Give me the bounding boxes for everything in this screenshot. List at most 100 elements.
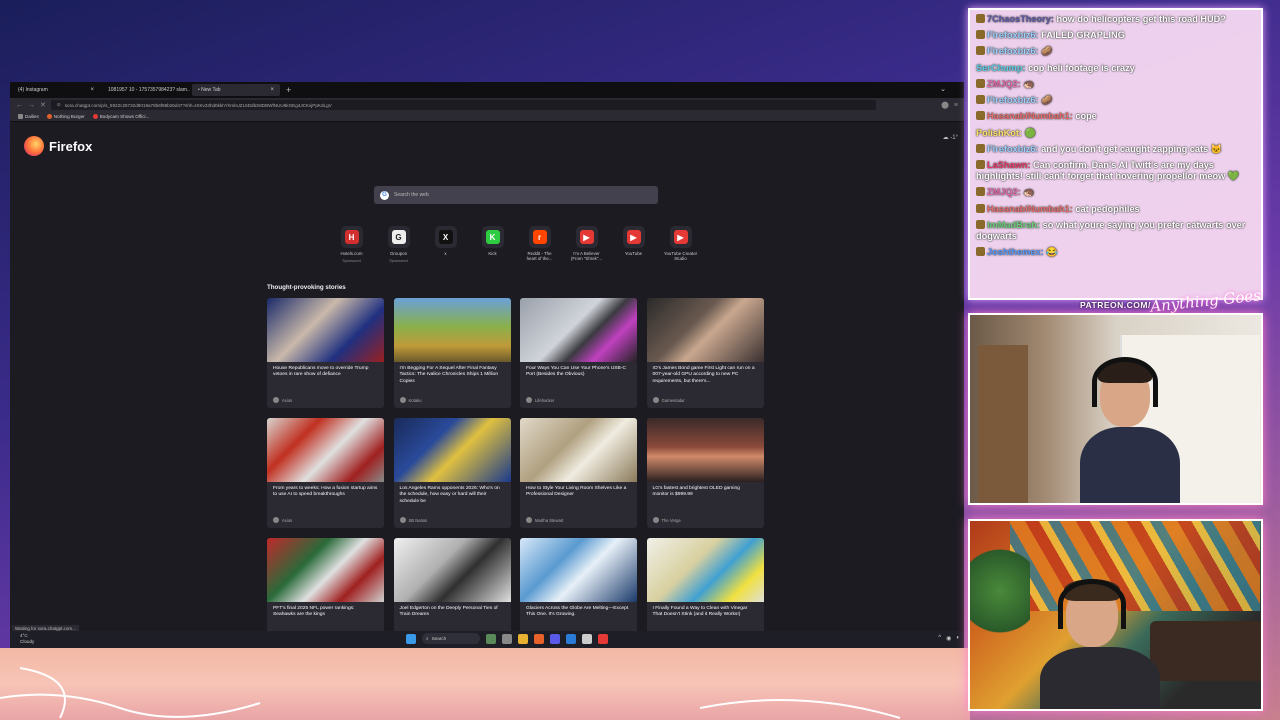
app-icon-2[interactable] (582, 633, 592, 644)
tab-0[interactable]: (4) Instagram × (12, 84, 100, 96)
sub-badge-icon (976, 143, 985, 153)
search-input[interactable]: G Search the web (374, 186, 658, 204)
source-icon (526, 517, 532, 523)
shortcut-label: Hotels.com (340, 251, 363, 256)
chat-username[interactable]: Firefoxbiz6: (987, 144, 1039, 154)
url-bar[interactable]: ⊙ sora.chatgpt.com/p/s_6922c25732d8019a7… (50, 100, 877, 110)
chat-username[interactable]: Firefoxbiz6: (987, 46, 1039, 56)
network-icon[interactable]: ◉ (946, 635, 951, 642)
shortcut-tile[interactable]: Xx (428, 226, 463, 263)
wallpaper-branches (0, 667, 901, 719)
shortcut-tile[interactable]: ▶ I'm A Believer (From "Shrek"... (569, 226, 604, 263)
favicon-icon (46, 114, 52, 119)
search-placeholder: Search the web (394, 192, 429, 198)
shortcut-tile[interactable]: H Hotels.com Sponsored (334, 226, 369, 263)
chat-username[interactable]: Firefoxbiz6: (987, 95, 1039, 105)
weather-widget[interactable]: ☁ -1° (943, 134, 958, 141)
close-tab-icon[interactable]: × (270, 87, 274, 93)
app-icon-3[interactable] (598, 633, 608, 644)
story-title: How to Style Your Living Room Shelves Li… (526, 486, 627, 498)
chat-username[interactable]: ImMadBrah: (987, 220, 1040, 230)
story-title: Glaciers Across the Globe Are Melting—Ex… (526, 606, 629, 618)
bookmark-dailies[interactable]: Dailies (18, 114, 39, 119)
shortcut-tile[interactable]: r Reddit - The heart of the... (522, 226, 557, 263)
story-card[interactable]: House Republicans move to override Trump… (267, 298, 384, 408)
firefox-taskbar-icon[interactable] (534, 633, 544, 644)
stop-icon[interactable]: ✕ (40, 101, 46, 109)
tray-chevron-icon[interactable]: ^ (938, 635, 941, 642)
chat-username[interactable]: HasanabiNumbah1: (987, 111, 1073, 121)
tab-2[interactable]: • New Tab × (192, 84, 280, 96)
site-info-icon[interactable]: ⊙ (57, 102, 61, 108)
story-card[interactable]: From years to weeks: How a fusion startu… (267, 418, 384, 528)
close-tab-icon[interactable]: × (90, 87, 94, 93)
firefox-wordmark: Firefox (49, 138, 93, 154)
widgets-icon[interactable] (486, 633, 496, 644)
chat-username[interactable]: SerChump: (976, 63, 1026, 73)
story-title: I'm Begging For A Sequel After Final Fan… (399, 366, 499, 384)
back-icon[interactable]: ← (16, 102, 23, 109)
shortcut-tile[interactable]: ▶ YouTube Creator Studio (663, 226, 698, 263)
shortcut-icon: ▶ (579, 230, 594, 244)
windows-start-icon[interactable] (406, 633, 416, 644)
chat-username[interactable]: LaShawn: (987, 160, 1030, 170)
chat-username[interactable]: Firefoxbiz6: (987, 30, 1039, 40)
task-view-icon[interactable] (502, 633, 512, 644)
shortcut-label: Reddit - The heart of the... (526, 251, 553, 262)
shortcut-icon-frame: ▶ (669, 226, 692, 248)
story-card[interactable]: Four Ways You Can Use Your Phone's USB-C… (520, 298, 637, 408)
shortcut-tile[interactable]: K Kick (475, 226, 510, 263)
story-title: PFT's final 2025 NFL power rankings: Sea… (273, 606, 355, 618)
file-explorer-icon[interactable] (518, 633, 528, 644)
chat-message: HasanabiNumbah1: cope (976, 111, 1255, 122)
sub-badge-icon (976, 14, 985, 23)
story-source: Lifehacker (526, 397, 554, 403)
shortcut-icon-frame: X (434, 226, 457, 248)
firefox-logo: Firefox (24, 136, 92, 156)
story-card[interactable]: Los Angeles Rams opponents 2026: Who's o… (393, 418, 511, 528)
sub-badge-icon (976, 203, 985, 213)
story-card[interactable]: LG's fastest and brightest OLED gaming m… (646, 418, 764, 528)
volume-icon[interactable]: ◐ (956, 635, 960, 642)
shortcut-icon: K (485, 230, 500, 244)
story-thumbnail (646, 418, 764, 482)
bookmark-nothing-burger[interactable]: Nothing Burger (46, 114, 85, 119)
menu-icon[interactable]: ≡ (954, 102, 958, 109)
story-card[interactable]: I'm Begging For A Sequel After Final Fan… (393, 298, 511, 408)
desktop-wallpaper-bottom (0, 648, 970, 720)
chat-text: FAILED GRAPLING (1041, 30, 1125, 41)
chat-username[interactable]: 7ChaosTheory: (987, 14, 1054, 24)
tab-list-chevron-icon[interactable]: ⌄ (940, 85, 946, 93)
chat-username[interactable]: ZMJQ2: (987, 187, 1021, 197)
story-card[interactable]: How to Style Your Living Room Shelves Li… (520, 418, 637, 528)
shortcut-label: I'm A Believer (From "Shrek"... (570, 251, 603, 262)
new-tab-plus-icon[interactable]: + (286, 85, 291, 95)
chat-username[interactable]: Joshthemex: (987, 247, 1044, 257)
chat-username[interactable]: ZMJQ2: (987, 79, 1021, 89)
tab-label: 1081957 10 - 175735798423? slam... (108, 87, 190, 93)
tab-1[interactable]: 1081957 10 - 175735798423? slam...× (102, 84, 190, 96)
extensions-icon[interactable]: ⬤ (941, 101, 949, 109)
story-source: SB Nation (399, 517, 427, 523)
taskbar-search[interactable]: ⌕ Search (422, 633, 480, 644)
chat-username[interactable]: PolishKot: (976, 128, 1022, 138)
chat-username[interactable]: HasanabiNumbah1: (987, 204, 1073, 214)
story-card[interactable]: IO's James Bond game First Light can run… (646, 298, 764, 408)
source-icon (526, 397, 532, 403)
discord-icon[interactable] (550, 633, 560, 644)
forward-icon[interactable]: → (28, 102, 35, 109)
source-icon (273, 517, 279, 523)
google-icon: G (380, 190, 389, 200)
bookmark-bodycam[interactable]: Bodycam Shows Offici... (92, 114, 149, 119)
shortcut-label: Kick (488, 251, 497, 256)
source-icon (399, 397, 406, 403)
app-icon[interactable] (566, 633, 576, 644)
chat-text: 🟢 (1024, 127, 1036, 138)
shortcut-tile[interactable]: ▶ YouTube (616, 226, 651, 263)
story-thumbnail (393, 418, 511, 482)
shortcut-tile[interactable]: G Groupon Sponsored (381, 226, 416, 263)
sponsored-label: Sponsored (342, 259, 361, 264)
tab-bar: (4) Instagram × 1081957 10 - 175735798423?… (10, 82, 964, 98)
chat-message: ImMadBrah: so what youre saying you pref… (976, 219, 1255, 242)
taskbar-weather[interactable]: 4°C Cloudy (20, 633, 34, 644)
